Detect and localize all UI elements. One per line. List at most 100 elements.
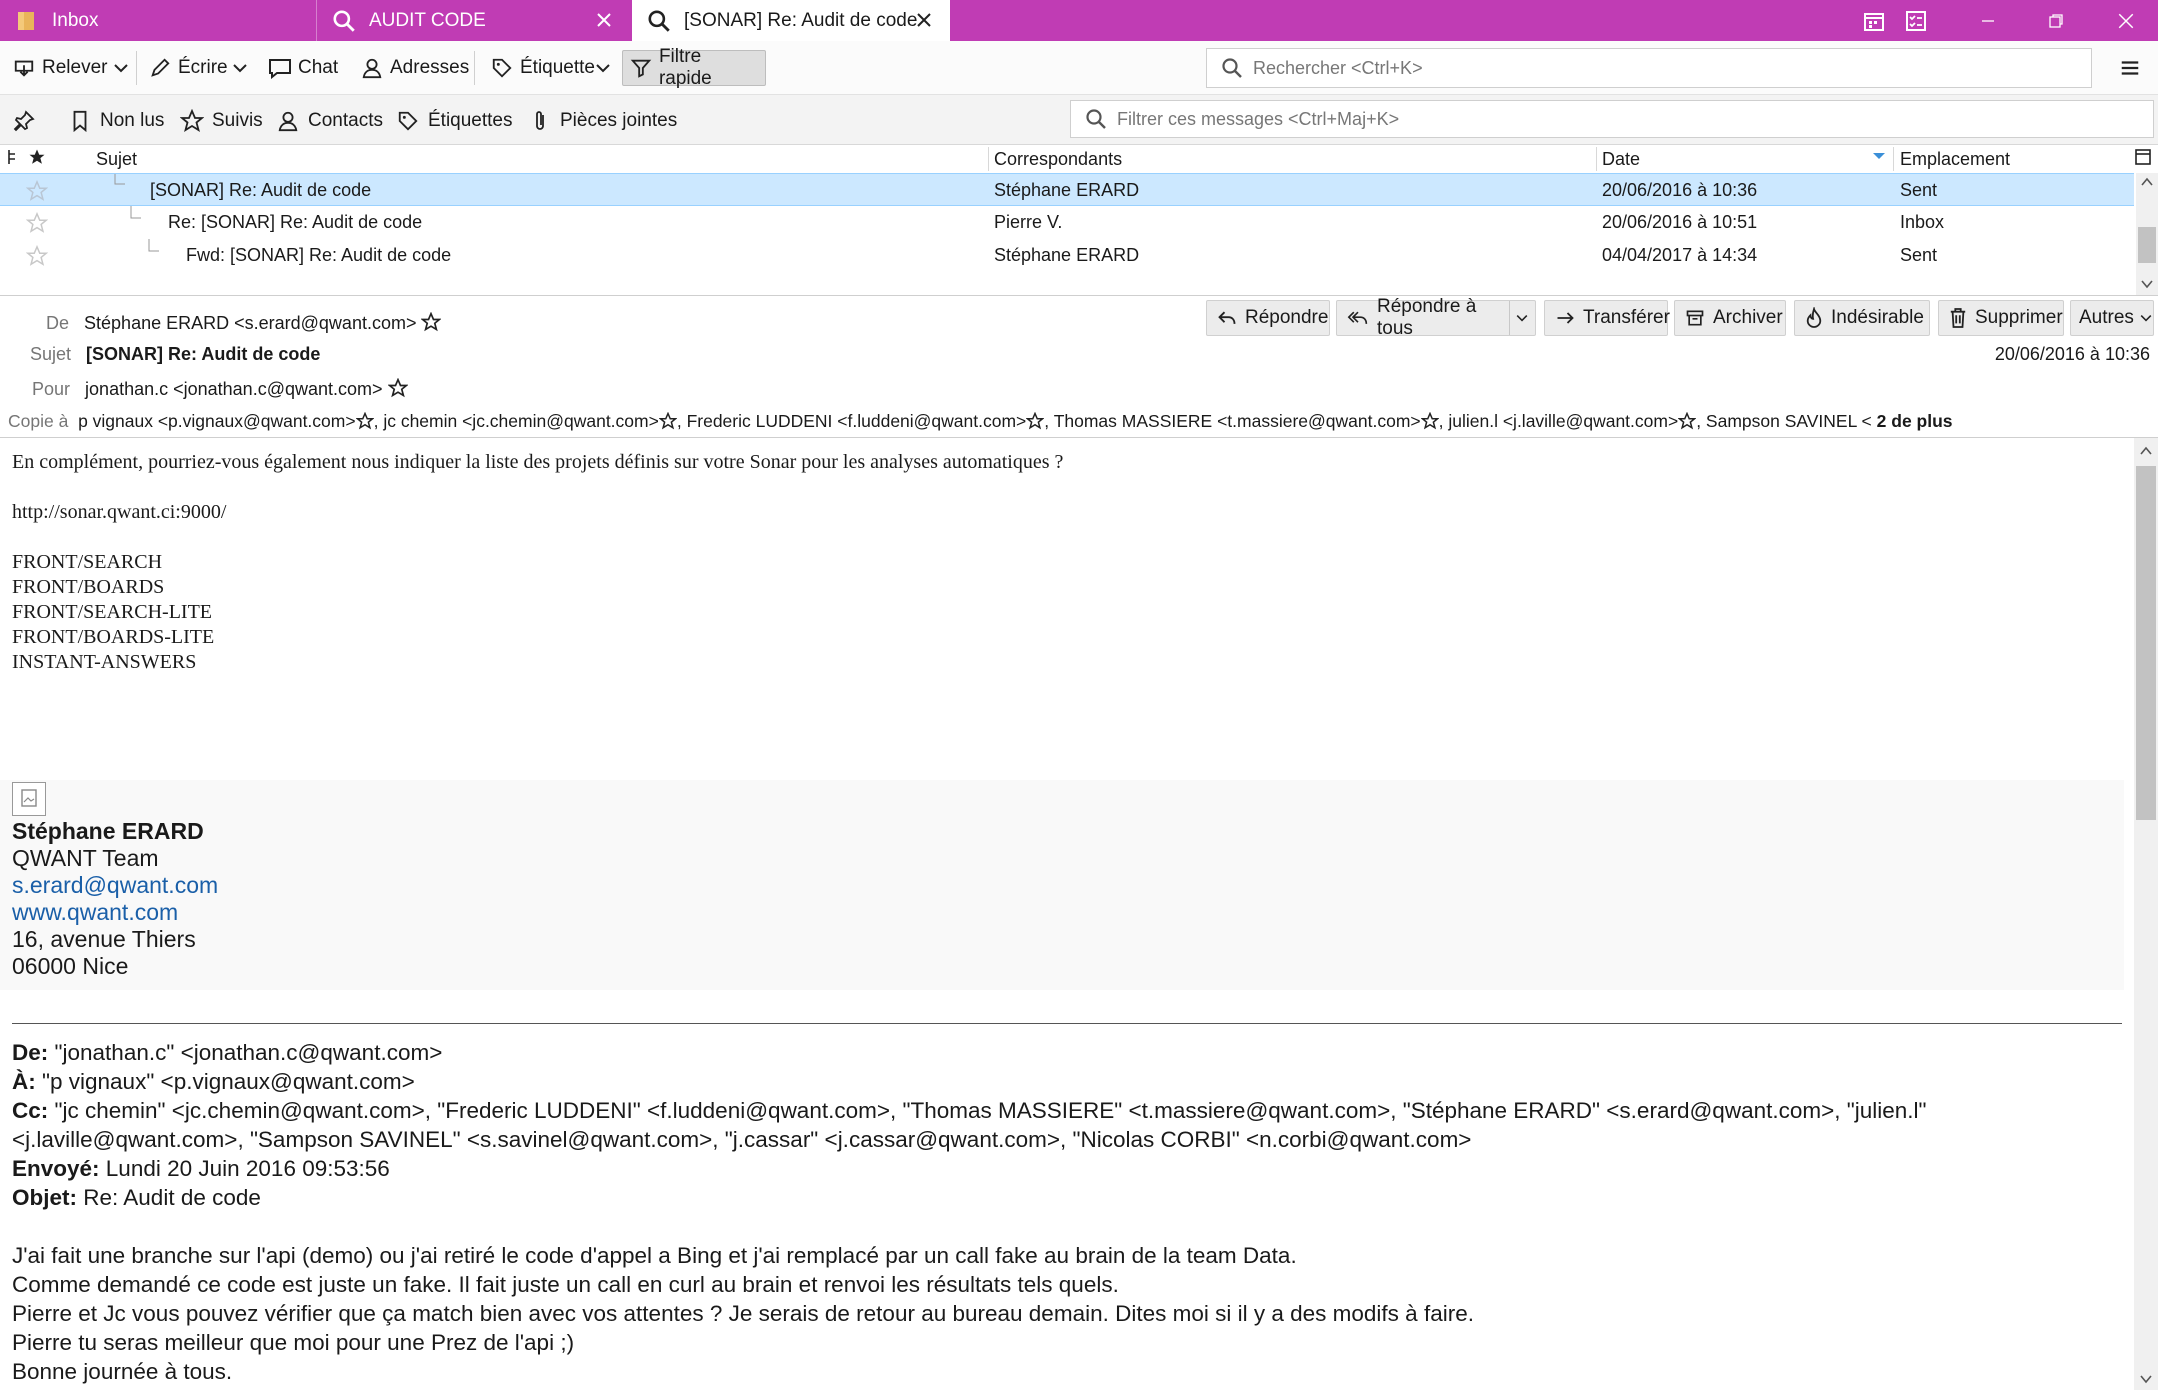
reply-button[interactable]: Répondre (1206, 300, 1330, 336)
scroll-thumb[interactable] (2138, 227, 2156, 263)
write-button[interactable]: Écrire (142, 50, 234, 86)
chevron-down-icon[interactable] (229, 54, 251, 82)
flame-icon (1805, 307, 1823, 329)
tasks-icon[interactable] (1890, 0, 1942, 41)
contacts-filter-button[interactable]: Contacts (276, 105, 383, 137)
signature-city: 06000 Nice (12, 953, 129, 979)
column-divider (1596, 147, 1597, 171)
scroll-up-icon[interactable] (2141, 177, 2153, 187)
signature-web-link[interactable]: www.qwant.com (12, 899, 218, 926)
cc-recipient[interactable]: Frederic LUDDENI <f.luddeni@qwant.com> (687, 411, 1027, 431)
chevron-down-icon[interactable] (110, 54, 132, 82)
star-icon[interactable] (387, 378, 408, 398)
reply-all-button[interactable]: Répondre à tous (1336, 296, 1536, 339)
to-value[interactable]: jonathan.c <jonathan.c@qwant.com> (85, 379, 382, 399)
header-subject: Sujet [SONAR] Re: Audit de code (30, 344, 320, 365)
thread-scrollbar[interactable] (2136, 173, 2158, 295)
thread-row[interactable]: Fwd: [SONAR] Re: Audit de code Stéphane … (0, 239, 2134, 272)
signature-text: Stéphane ERARD QWANT Team s.erard@qwant.… (12, 818, 218, 980)
thread-row[interactable]: [SONAR] Re: Audit de code Stéphane ERARD… (0, 173, 2134, 206)
chat-button[interactable]: Chat (262, 50, 344, 86)
project-item: FRONT/SEARCH (12, 551, 163, 573)
chevron-down-icon[interactable] (1509, 301, 1533, 335)
scroll-up-icon[interactable] (2140, 446, 2152, 456)
column-date[interactable]: Date (1602, 149, 1640, 170)
close-icon[interactable] (592, 8, 616, 32)
attachments-filter-button[interactable]: Pièces jointes (528, 105, 677, 137)
cc-label: Copie à (8, 411, 69, 431)
reply-label: Répondre (1245, 307, 1329, 328)
column-subject[interactable]: Sujet (96, 149, 137, 170)
star-icon[interactable] (26, 180, 48, 202)
row-subject: [SONAR] Re: Audit de code (150, 180, 372, 200)
cc-recipient[interactable]: Thomas MASSIERE <t.massiere@qwant.com> (1054, 411, 1421, 431)
star-icon[interactable] (1678, 412, 1697, 430)
star-icon[interactable] (1420, 412, 1439, 430)
cc-recipient[interactable]: jc chemin <jc.chemin@qwant.com> (383, 411, 659, 431)
star-icon[interactable] (421, 312, 442, 332)
contact-icon (276, 109, 300, 133)
row-location: Sent (1900, 180, 1938, 200)
more-recipients-link[interactable]: 2 de plus (1877, 411, 1953, 431)
star-icon[interactable] (26, 245, 48, 267)
cc-recipient[interactable]: Sampson SAVINEL < (1706, 411, 1872, 431)
star-column-icon[interactable] (28, 148, 46, 166)
row-correspondent: Stéphane ERARD (994, 180, 1140, 200)
close-icon[interactable] (912, 8, 936, 32)
get-mail-button[interactable]: Relever (6, 50, 113, 86)
starred-filter-button[interactable]: Suivis (180, 105, 263, 137)
quote-line: Pierre tu seras meilleur que moi pour un… (12, 1330, 575, 1355)
cc-recipient[interactable]: julien.l <j.laville@qwant.com> (1448, 411, 1678, 431)
body-scrollbar[interactable] (2134, 438, 2158, 1390)
column-correspondents[interactable]: Correspondants (994, 149, 1122, 170)
minimize-icon[interactable] (1962, 0, 2014, 41)
close-window-icon[interactable] (2100, 0, 2152, 41)
scroll-thumb[interactable] (2136, 466, 2156, 820)
filter-messages-input[interactable]: Filtrer ces messages <Ctrl+Maj+K> (1070, 100, 2154, 138)
cc-recipient[interactable]: p vignaux <p.vignaux@qwant.com> (78, 411, 356, 431)
tag-button[interactable]: Étiquette (484, 50, 601, 86)
quote-line: Bonne journée à tous. (12, 1359, 233, 1384)
tab-current-message[interactable]: [SONAR] Re: Audit de code (632, 0, 950, 41)
row-date: 20/06/2016 à 10:51 (1602, 212, 1758, 232)
star-icon[interactable] (355, 412, 374, 430)
toolbar-divider (474, 51, 475, 85)
unread-filter-button[interactable]: Non lus (68, 105, 164, 137)
search-input[interactable]: Rechercher <Ctrl+K> (1206, 48, 2092, 88)
delete-button[interactable]: Supprimer (1938, 300, 2064, 336)
contacts-filter-label: Contacts (308, 110, 383, 131)
attachments-filter-label: Pièces jointes (560, 110, 678, 131)
address-book-button[interactable]: Adresses (354, 50, 475, 86)
from-value[interactable]: Stéphane ERARD <s.erard@qwant.com> (84, 313, 416, 333)
sonar-url[interactable]: http://sonar.qwant.ci:9000/ (12, 500, 226, 525)
sticky-filter-button[interactable] (12, 105, 44, 137)
archive-button[interactable]: Archiver (1674, 300, 1786, 336)
message-date: 20/06/2016 à 10:36 (1994, 344, 2150, 364)
junk-button[interactable]: Indésirable (1794, 300, 1930, 336)
menu-button[interactable] (2112, 50, 2154, 86)
scroll-down-icon[interactable] (2140, 1374, 2152, 1384)
quote-to-label: À: (12, 1069, 36, 1094)
search-icon (1217, 53, 1247, 83)
signature-email-link[interactable]: s.erard@qwant.com (12, 872, 218, 899)
quote-line: J'ai fait une branche sur l'api (demo) o… (12, 1243, 1297, 1268)
chevron-down-icon[interactable] (592, 54, 614, 82)
forward-icon (1555, 307, 1575, 329)
star-icon[interactable] (658, 412, 677, 430)
tab-audit-code[interactable]: AUDIT CODE (316, 0, 630, 41)
quote-subject: Re: Audit de code (83, 1185, 261, 1210)
star-icon[interactable] (26, 212, 48, 234)
quick-filter-button[interactable]: Filtre rapide (622, 46, 766, 89)
scroll-down-icon[interactable] (2141, 279, 2153, 289)
search-placeholder: Rechercher <Ctrl+K> (1253, 57, 1423, 78)
restore-icon[interactable] (2030, 0, 2082, 41)
forward-button[interactable]: Transférer (1544, 300, 1670, 336)
other-actions-button[interactable]: Autres (2070, 300, 2154, 336)
tags-filter-button[interactable]: Étiquettes (396, 105, 513, 137)
star-icon[interactable] (1026, 412, 1045, 430)
column-picker-icon[interactable] (2134, 148, 2152, 166)
thread-toggle-icon[interactable] (6, 148, 18, 166)
tab-inbox[interactable]: Inbox (0, 0, 315, 41)
thread-row[interactable]: Re: [SONAR] Re: Audit de code Pierre V. … (0, 206, 2134, 239)
column-location[interactable]: Emplacement (1900, 149, 2010, 170)
